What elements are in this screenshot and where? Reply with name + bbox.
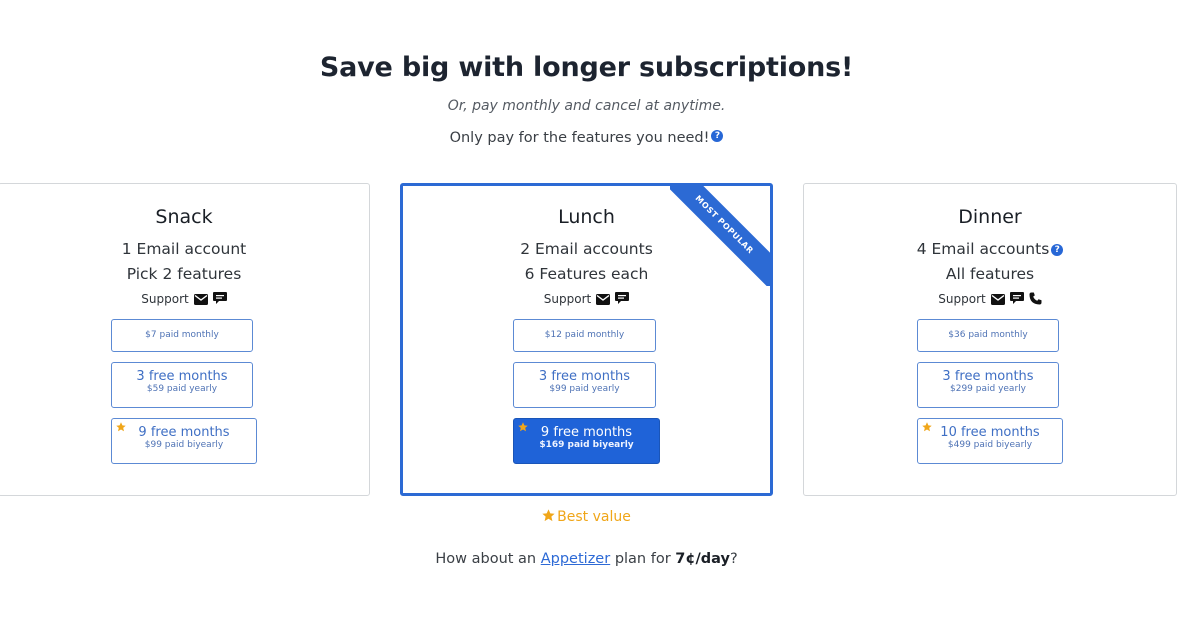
support-row: Support xyxy=(804,292,1176,306)
plan-name: Lunch xyxy=(558,206,615,228)
plan-accounts: 1 Email account xyxy=(121,240,247,258)
option-biyearly-price: $499 paid biyearly xyxy=(947,440,1033,450)
plan-card-dinner: Dinner 4 Email accounts? All features Su… xyxy=(803,183,1177,496)
appetizer-pre: How about an xyxy=(435,551,537,567)
option-biyearly-price: $169 paid biyearly xyxy=(539,440,634,450)
plan-features: All features xyxy=(945,265,1035,283)
envelope-icon xyxy=(990,294,1005,305)
plan-accounts-text: 4 Email accounts xyxy=(916,240,1050,258)
option-monthly[interactable]: $36 paid monthly xyxy=(917,319,1059,352)
option-biyearly-offer: 9 free months xyxy=(540,425,633,440)
star-icon xyxy=(116,422,126,432)
plan-accounts: 4 Email accounts? xyxy=(804,240,1176,258)
support-label: Support xyxy=(543,292,592,306)
appetizer-post: ? xyxy=(729,551,738,567)
chat-icon xyxy=(615,292,630,304)
star-icon xyxy=(518,422,528,432)
option-monthly-price: $12 paid monthly xyxy=(544,330,625,340)
envelope-icon xyxy=(193,294,208,305)
option-yearly-offer: 3 free months xyxy=(136,369,228,384)
support-row: Support xyxy=(403,292,770,306)
appetizer-mid: plan for xyxy=(614,551,671,567)
features-note-text: Only pay for the features you need! xyxy=(449,130,710,146)
option-yearly[interactable]: 3 free months $99 paid yearly xyxy=(513,362,656,408)
option-monthly[interactable]: $7 paid monthly xyxy=(111,319,253,352)
option-yearly-price: $299 paid yearly xyxy=(950,384,1026,394)
option-biyearly-selected[interactable]: 9 free months $169 paid biyearly xyxy=(513,418,660,464)
page-subtitle: Or, pay monthly and cancel at anytime. xyxy=(447,98,726,114)
best-value-legend: Best value xyxy=(0,509,1173,525)
plan-features: Pick 2 features xyxy=(126,265,242,283)
option-monthly-price: $7 paid monthly xyxy=(145,330,219,340)
plan-name: Dinner xyxy=(958,206,1022,228)
plan-accounts: 2 Email accounts xyxy=(520,240,653,258)
appetizer-link[interactable]: Appetizer xyxy=(541,551,610,567)
option-yearly-offer: 3 free months xyxy=(942,369,1034,384)
option-yearly[interactable]: 3 free months $299 paid yearly xyxy=(917,362,1059,408)
features-note: Only pay for the features you need!? xyxy=(0,130,1173,146)
chat-icon xyxy=(1009,292,1024,304)
option-biyearly-price: $99 paid biyearly xyxy=(144,440,224,450)
option-biyearly[interactable]: 9 free months $99 paid biyearly xyxy=(111,418,257,464)
chat-icon xyxy=(212,292,227,304)
plan-features: 6 Features each xyxy=(524,265,649,283)
phone-icon xyxy=(1029,292,1042,305)
best-value-label: Best value xyxy=(557,509,631,525)
option-monthly-price: $36 paid monthly xyxy=(948,330,1028,340)
support-row: Support xyxy=(0,292,369,306)
option-yearly-price: $59 paid yearly xyxy=(146,384,218,394)
option-yearly-price: $99 paid yearly xyxy=(549,384,620,394)
option-monthly[interactable]: $12 paid monthly xyxy=(513,319,656,352)
plan-name: Snack xyxy=(155,206,213,228)
option-biyearly[interactable]: 10 free months $499 paid biyearly xyxy=(917,418,1063,464)
support-label: Support xyxy=(938,292,986,306)
plan-card-lunch: MOST POPULAR Lunch 2 Email accounts 6 Fe… xyxy=(400,183,773,496)
appetizer-price: 7¢/day xyxy=(675,551,730,567)
support-label: Support xyxy=(141,292,189,306)
plan-card-snack: Snack 1 Email account Pick 2 features Su… xyxy=(0,183,370,496)
option-biyearly-offer: 9 free months xyxy=(138,425,230,440)
star-icon xyxy=(922,422,932,432)
envelope-icon xyxy=(596,294,611,305)
option-yearly[interactable]: 3 free months $59 paid yearly xyxy=(111,362,253,408)
option-yearly-offer: 3 free months xyxy=(538,369,631,384)
help-icon[interactable]: ? xyxy=(711,130,724,142)
star-icon xyxy=(542,509,555,522)
help-icon[interactable]: ? xyxy=(1051,244,1064,256)
option-biyearly-offer: 10 free months xyxy=(940,425,1040,440)
appetizer-note: How about an Appetizer plan for 7¢/day? xyxy=(0,551,1173,567)
page-title: Save big with longer subscriptions! xyxy=(319,52,854,83)
